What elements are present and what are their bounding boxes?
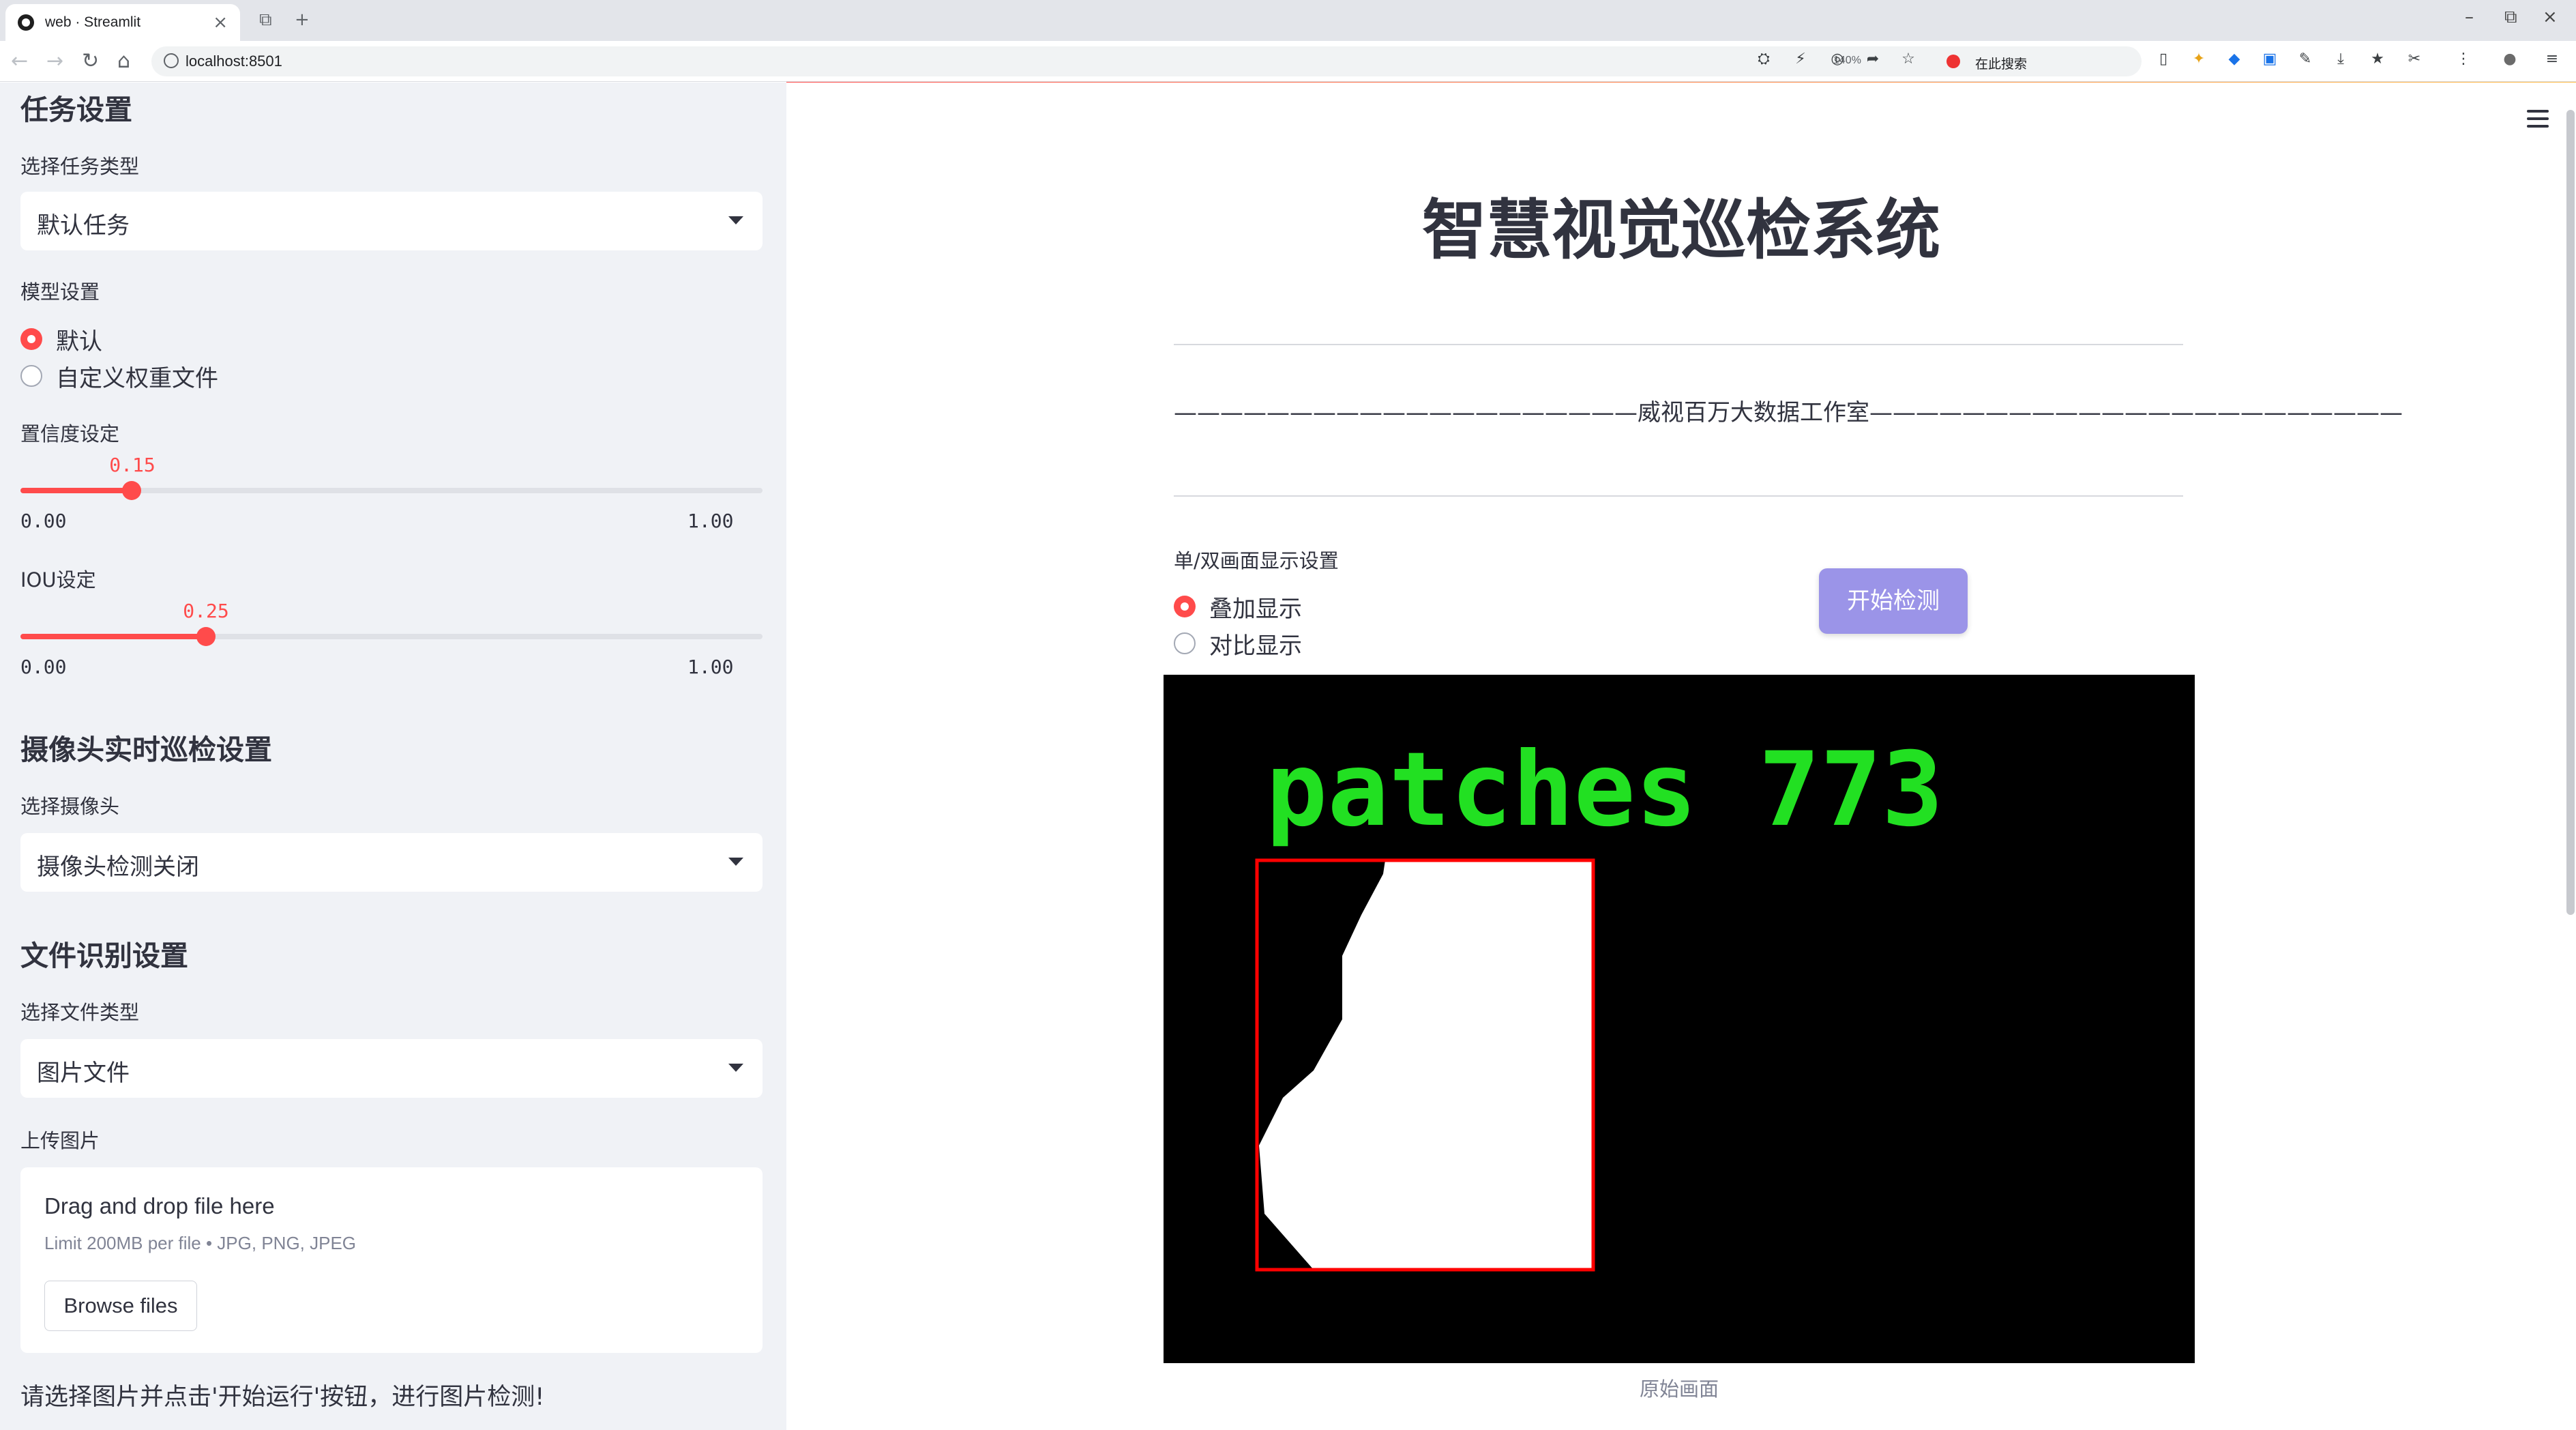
tab-title: web · Streamlit — [45, 14, 141, 30]
close-tab-icon[interactable]: × — [213, 12, 228, 33]
extension2-icon[interactable]: ◆ — [2226, 51, 2242, 68]
instruction-note: 请选择图片并点击'开始运行'按钮，进行图片检测! — [20, 1384, 545, 1411]
browse-files-button[interactable]: Browse files — [44, 1281, 197, 1331]
camera-select[interactable]: 摄像头检测关闭 — [20, 833, 763, 892]
confidence-slider-thumb[interactable] — [122, 481, 142, 500]
model-option-default[interactable]: 默认 — [20, 324, 102, 355]
confidence-label: 置信度设定 — [20, 422, 120, 446]
search-placeholder: 在此搜索 — [1975, 57, 2028, 72]
sidebar: 任务设置 选择任务类型 默认任务 模型设置 默认 自定义权重文件 置信度设定 0… — [0, 83, 786, 1430]
favorites-icon[interactable]: ★ — [2369, 51, 2386, 68]
share-icon[interactable]: ➦ — [1865, 51, 1881, 68]
dropzone-title: Drag and drop file here — [44, 1193, 275, 1219]
file-type-value: 图片文件 — [37, 1060, 130, 1087]
radio-selected-icon[interactable] — [20, 328, 42, 350]
model-option-label: 自定义权重文件 — [56, 364, 218, 392]
task-type-label: 选择任务类型 — [20, 155, 140, 178]
iou-max: 1.00 — [687, 656, 734, 678]
search-engine-icon — [1946, 55, 1960, 68]
app-menu-icon[interactable] — [2527, 110, 2549, 128]
upload-label: 上传图片 — [20, 1129, 100, 1152]
dropzone-limit: Limit 200MB per file • JPG, PNG, JPEG — [44, 1233, 357, 1253]
camera-select-value: 摄像头检测关闭 — [37, 853, 199, 881]
translate-icon[interactable]: ⛭ — [1756, 51, 1772, 68]
streamlit-favicon-icon — [18, 14, 34, 31]
browser-menu-icon[interactable]: ≡ — [2544, 51, 2560, 68]
extension-icon[interactable]: ✦ — [2191, 51, 2207, 68]
download-icon[interactable]: ⤓ — [2333, 51, 2349, 68]
reader-icon[interactable]: ▯ — [2155, 51, 2172, 68]
iou-slider-fill — [20, 634, 206, 639]
file-type-select[interactable]: 图片文件 — [20, 1039, 763, 1098]
radio-selected-icon[interactable] — [1174, 596, 1196, 617]
iou-slider[interactable] — [20, 627, 763, 646]
search-engine-box[interactable]: 在此搜索 — [1937, 46, 2142, 76]
chevron-down-icon — [728, 858, 743, 866]
detection-result-image: patches 773 — [1164, 675, 2195, 1363]
confidence-value: 0.15 — [109, 454, 156, 476]
restore-icon[interactable]: ⧉ — [2504, 7, 2517, 28]
task-type-value: 默认任务 — [37, 212, 130, 239]
home-icon[interactable]: ⌂ — [117, 50, 130, 73]
camera-settings-heading: 摄像头实时巡检设置 — [20, 733, 272, 766]
start-detection-button[interactable]: 开始检测 — [1819, 568, 1968, 634]
iou-slider-thumb[interactable] — [196, 627, 216, 646]
image-caption: 原始画面 — [1639, 1377, 1719, 1401]
close-window-icon[interactable]: × — [2543, 7, 2558, 27]
browser-tab[interactable]: web · Streamlit × — [5, 4, 240, 41]
bookmark-star-icon[interactable]: ☆ — [1900, 51, 1916, 68]
main-content: 智慧视觉巡检系统 ————————————————————威视百万大数据工作室—… — [786, 83, 2576, 1430]
site-info-icon[interactable] — [164, 53, 179, 68]
display-option-label: 对比显示 — [1209, 632, 1302, 660]
back-icon[interactable]: ← — [11, 50, 28, 73]
studio-line: ————————————————————威视百万大数据工作室——————————… — [1174, 399, 2403, 426]
file-dropzone[interactable]: Drag and drop file here Limit 200MB per … — [20, 1167, 763, 1353]
pen-icon[interactable]: ✎ — [2297, 51, 2313, 68]
file-settings-heading: 文件识别设置 — [20, 939, 188, 972]
display-option-overlay[interactable]: 叠加显示 — [1174, 592, 1302, 623]
camera-select-label: 选择摄像头 — [20, 795, 120, 818]
more-icon[interactable]: ⋮ — [2455, 51, 2472, 68]
model-settings-label: 模型设置 — [20, 280, 100, 304]
model-option-custom[interactable]: 自定义权重文件 — [20, 361, 218, 392]
iou-min: 0.00 — [20, 656, 67, 678]
detection-image: patches 773 — [1164, 675, 2195, 1363]
confidence-min: 0.00 — [20, 510, 67, 532]
iou-label: IOU设定 — [20, 568, 96, 592]
browser-tab-bar: web · Streamlit × ⧉ + – ⧉ × — [0, 0, 2576, 41]
display-mode-label: 单/双画面显示设置 — [1174, 549, 1339, 572]
display-option-compare[interactable]: 对比显示 — [1174, 628, 1302, 660]
display-option-label: 叠加显示 — [1209, 595, 1302, 623]
confidence-max: 1.00 — [687, 510, 734, 532]
divider — [1174, 344, 2183, 345]
address-bar: ← → ↻ ⌂ localhost:8501 140% ⛭ ⚡ ◎ ➦ ☆ 在此… — [0, 41, 2576, 82]
divider — [1174, 495, 2183, 497]
url-text[interactable]: localhost:8501 — [186, 53, 282, 70]
radio-unselected-icon[interactable] — [1174, 632, 1196, 654]
confidence-slider[interactable] — [20, 481, 763, 500]
overlay-label-text: patches 773 — [1266, 731, 1943, 849]
tab-search-icon[interactable]: ⧉ — [259, 10, 272, 31]
model-option-label: 默认 — [56, 327, 102, 355]
iou-value: 0.25 — [183, 600, 229, 622]
confidence-slider-fill — [20, 488, 132, 493]
chevron-down-icon — [728, 216, 743, 224]
bolt-icon[interactable]: ⚡ — [1792, 51, 1809, 68]
translate2-icon[interactable]: ▣ — [2262, 51, 2278, 68]
minimize-icon[interactable]: – — [2465, 7, 2474, 27]
reload-icon[interactable]: ↻ — [82, 50, 99, 73]
task-type-select[interactable]: 默认任务 — [20, 192, 763, 250]
page-title: 智慧视觉巡检系统 — [1421, 193, 1940, 268]
task-settings-heading: 任务设置 — [20, 93, 132, 126]
cut-icon[interactable]: ✂ — [2406, 51, 2423, 68]
new-tab-icon[interactable]: + — [295, 10, 310, 30]
radio-unselected-icon[interactable] — [20, 365, 42, 387]
screenshot-icon[interactable]: ◎ — [1829, 51, 1846, 68]
chevron-down-icon — [728, 1064, 743, 1072]
profile-avatar-icon[interactable]: ● — [2502, 51, 2518, 68]
forward-icon[interactable]: → — [46, 50, 63, 73]
file-type-label: 选择文件类型 — [20, 1001, 140, 1024]
